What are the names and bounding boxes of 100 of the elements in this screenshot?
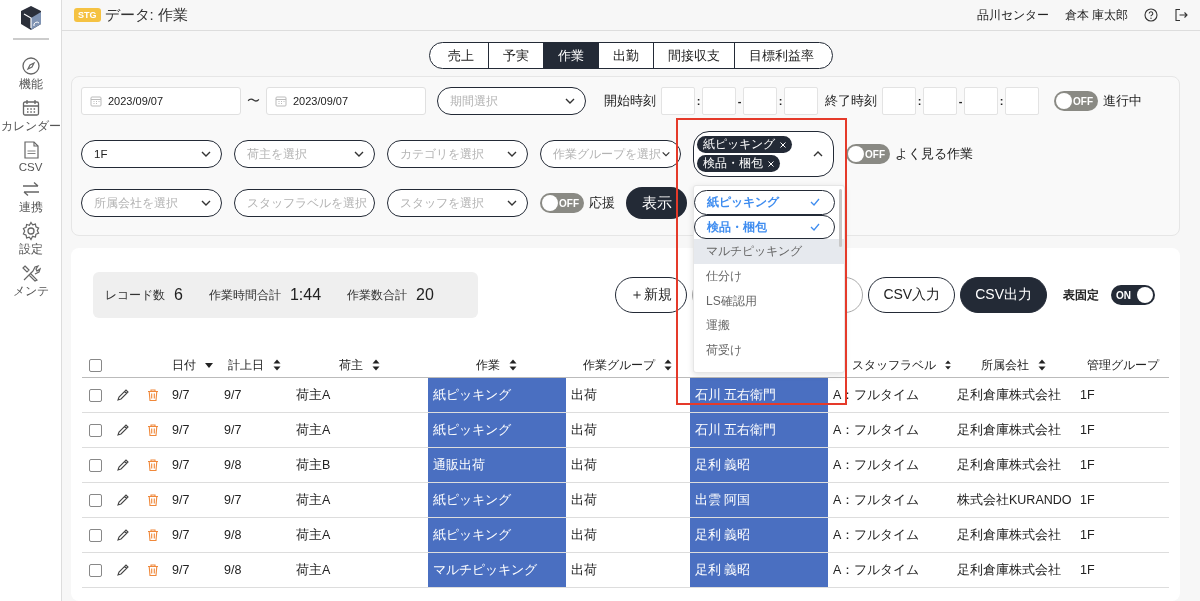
select-field[interactable]: 1F [81, 140, 222, 168]
sidebar-item[interactable]: 機能 [18, 55, 43, 92]
column-header[interactable]: 作業グループ [583, 356, 655, 374]
time-input[interactable] [964, 87, 998, 115]
summary-label: レコード数 [105, 286, 165, 304]
table-cell-text: 9/8 [223, 457, 243, 474]
checkbox[interactable] [88, 388, 102, 402]
calendar-icon [275, 95, 287, 107]
sort-icon[interactable] [1036, 358, 1047, 372]
dropdown-option[interactable]: マルチピッキング [694, 239, 844, 265]
edit-icon[interactable] [116, 388, 130, 402]
time-separator: : [695, 95, 702, 107]
action-button[interactable]: CSV入力 [868, 277, 956, 313]
table-cell: 紙ピッキング [428, 413, 566, 447]
checkbox[interactable] [88, 358, 102, 372]
tab[interactable]: 売上 [430, 43, 488, 68]
column-header[interactable]: 作業 [476, 356, 500, 374]
table-cell: 紙ピッキング [428, 518, 566, 552]
date-field[interactable]: 2023/09/07 [81, 87, 241, 115]
trash-icon[interactable] [145, 563, 160, 577]
tab[interactable]: 間接収支 [653, 43, 734, 68]
check-icon [810, 198, 820, 207]
action-button[interactable]: ＋新規 [615, 277, 688, 313]
edit-icon[interactable] [116, 458, 130, 472]
sort-icon[interactable] [272, 358, 282, 372]
action-button[interactable]: CSV出力 [960, 277, 1047, 313]
table-cell-text: 荷主B [295, 456, 332, 474]
table-cell-text: 足利倉庫株式会社 [956, 386, 1062, 404]
table-cell-text: A：フルタイム [832, 526, 921, 544]
trash-icon[interactable] [145, 423, 160, 437]
checkbox[interactable] [88, 493, 102, 507]
table-cell-text: 9/7 [223, 492, 243, 509]
edit-icon[interactable] [116, 528, 130, 542]
table-cell: 足利 義昭 [690, 448, 828, 482]
sort-icon[interactable] [663, 358, 673, 372]
settings-icon [20, 220, 41, 241]
trash-icon[interactable] [145, 388, 160, 402]
time-input[interactable] [661, 87, 695, 115]
center-name: 品川センター [976, 6, 1049, 24]
trash-icon[interactable] [145, 458, 160, 472]
compass-icon [20, 55, 41, 76]
table-cell-text: 9/7 [171, 492, 191, 509]
date-field[interactable]: 2023/09/07 [266, 87, 426, 115]
selected-chip[interactable]: 検品・梱包 [697, 155, 780, 172]
time-input[interactable] [882, 87, 916, 115]
column-header[interactable]: 日付 [172, 356, 196, 374]
summary-value: 6 [174, 286, 183, 304]
sort-icon[interactable] [508, 358, 518, 372]
table-cell: マルチピッキング [428, 553, 566, 587]
scrollbar[interactable] [839, 189, 842, 247]
sidebar-item[interactable]: 設定 [18, 220, 43, 257]
sidebar-item[interactable]: 連携 [18, 178, 43, 215]
edit-icon[interactable] [116, 423, 130, 437]
table-cell-text: 1F [1079, 562, 1096, 579]
trash-icon[interactable] [145, 493, 160, 507]
checkbox[interactable] [88, 528, 102, 542]
time-input[interactable] [1005, 87, 1039, 115]
trash-icon[interactable] [145, 528, 160, 542]
dropdown-option[interactable]: 荷受け [694, 338, 844, 363]
sort-icon[interactable] [370, 358, 381, 372]
edit-icon[interactable] [116, 563, 130, 577]
table-cell-text: 足利倉庫株式会社 [956, 561, 1062, 579]
help-icon[interactable] [1144, 8, 1158, 22]
time-input[interactable] [784, 87, 818, 115]
logout-icon[interactable] [1174, 8, 1188, 22]
tab[interactable]: 出勤 [598, 43, 653, 68]
column-header[interactable]: 管理グループ [1086, 356, 1159, 374]
selected-chip[interactable]: 紙ピッキング [697, 136, 792, 153]
table-cell-text: A：フルタイム [832, 386, 921, 404]
column-header[interactable]: スタッフラベル [852, 356, 936, 374]
dropdown-option[interactable]: LS確認用 [694, 288, 844, 314]
time-separator: : [998, 95, 1005, 107]
time-input[interactable] [702, 87, 736, 115]
tab[interactable]: 作業 [543, 43, 598, 68]
column-header[interactable]: 計上日 [228, 356, 264, 374]
table-cell-text: 荷主A [295, 386, 332, 404]
sort-descending-icon[interactable] [204, 361, 214, 369]
toggle-switch[interactable]: ON [1111, 285, 1155, 305]
dropdown-option[interactable]: 運搬 [694, 313, 844, 339]
time-input[interactable] [743, 87, 777, 115]
table-cell: 石川 五右衛門 [690, 378, 828, 412]
checkbox[interactable] [88, 458, 102, 472]
checkbox[interactable] [88, 423, 102, 437]
table-cell-text: 9/7 [171, 457, 191, 474]
sidebar-item[interactable]: メンテ [12, 262, 49, 299]
sort-icon[interactable] [944, 358, 952, 372]
table-cell-text: 足利倉庫株式会社 [956, 421, 1062, 439]
time-input[interactable] [923, 87, 957, 115]
close-icon [768, 160, 774, 167]
column-header[interactable]: 荷主 [338, 356, 363, 374]
sidebar-item[interactable]: カレンダー [0, 97, 61, 134]
time-label: 開始時刻 [604, 92, 656, 110]
edit-icon[interactable] [116, 493, 130, 507]
sidebar-item[interactable]: CSV [18, 139, 43, 173]
column-header[interactable]: 所属会社 [980, 356, 1029, 374]
show-button[interactable]: 表示 [626, 187, 687, 219]
multi-select-field[interactable]: 紙ピッキング 検品・梱包 [693, 131, 834, 177]
checkbox[interactable] [88, 563, 102, 577]
dropdown-option[interactable]: 仕分け [694, 264, 844, 289]
tab[interactable]: 目標利益率 [734, 43, 832, 68]
